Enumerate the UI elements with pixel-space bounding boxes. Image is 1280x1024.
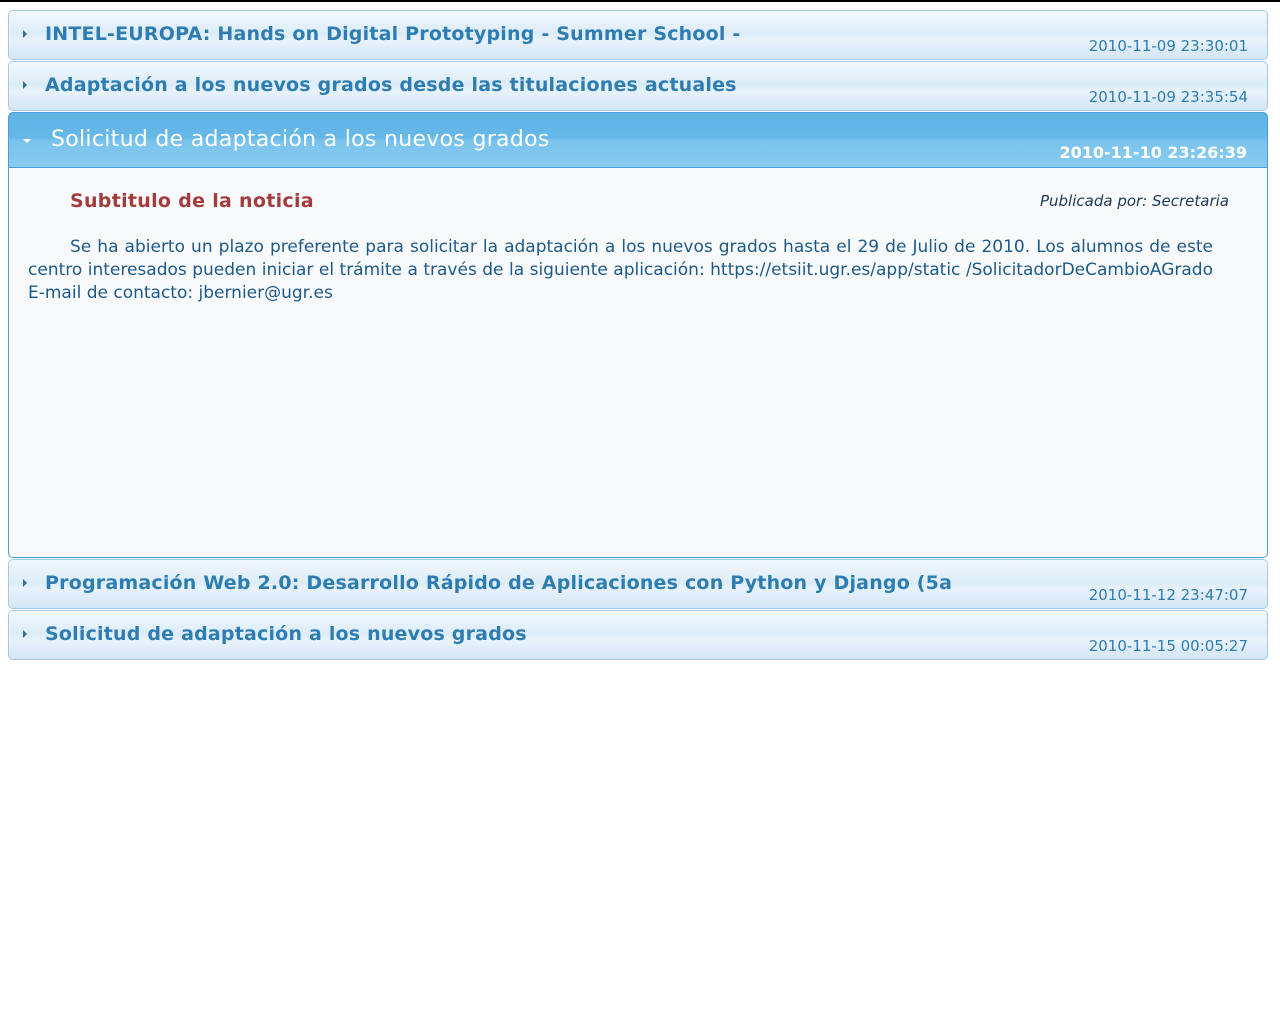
news-header-1[interactable]: INTEL-EUROPA: Hands on Digital Prototypi… [8,10,1268,60]
top-border [0,0,1280,2]
news-date: 2010-11-15 00:05:27 [1088,637,1248,655]
news-content-panel: Subtitulo de la noticia Publicada por: S… [8,168,1268,558]
triangle-right-icon [23,30,27,38]
triangle-down-icon [23,139,31,143]
news-header-2[interactable]: Adaptación a los nuevos grados desde las… [8,61,1268,111]
news-header-4[interactable]: Programación Web 2.0: Desarrollo Rápido … [8,559,1268,609]
news-date: 2010-11-09 23:30:01 [1088,37,1248,55]
news-date: 2010-11-10 23:26:39 [1059,143,1247,162]
triangle-right-icon [23,81,27,89]
news-date: 2010-11-12 23:47:07 [1088,586,1248,604]
news-title: INTEL-EUROPA: Hands on Digital Prototypi… [45,23,741,45]
news-title: Adaptación a los nuevos grados desde las… [45,74,737,96]
news-body: Se ha abierto un plazo preferente para s… [28,237,1213,303]
news-title: Solicitud de adaptación a los nuevos gra… [45,623,527,645]
news-title: Solicitud de adaptación a los nuevos gra… [51,127,550,152]
triangle-right-icon [23,579,27,587]
news-date: 2010-11-09 23:35:54 [1088,88,1248,106]
news-header-5[interactable]: Solicitud de adaptación a los nuevos gra… [8,610,1268,660]
news-accordion: INTEL-EUROPA: Hands on Digital Prototypi… [8,10,1268,661]
news-subtitle: Subtitulo de la noticia [70,190,314,212]
news-title: Programación Web 2.0: Desarrollo Rápido … [45,572,953,594]
news-header-3-active[interactable]: Solicitud de adaptación a los nuevos gra… [8,112,1268,168]
news-author: Publicada por: Secretaria [1039,192,1229,210]
triangle-right-icon [23,630,27,638]
